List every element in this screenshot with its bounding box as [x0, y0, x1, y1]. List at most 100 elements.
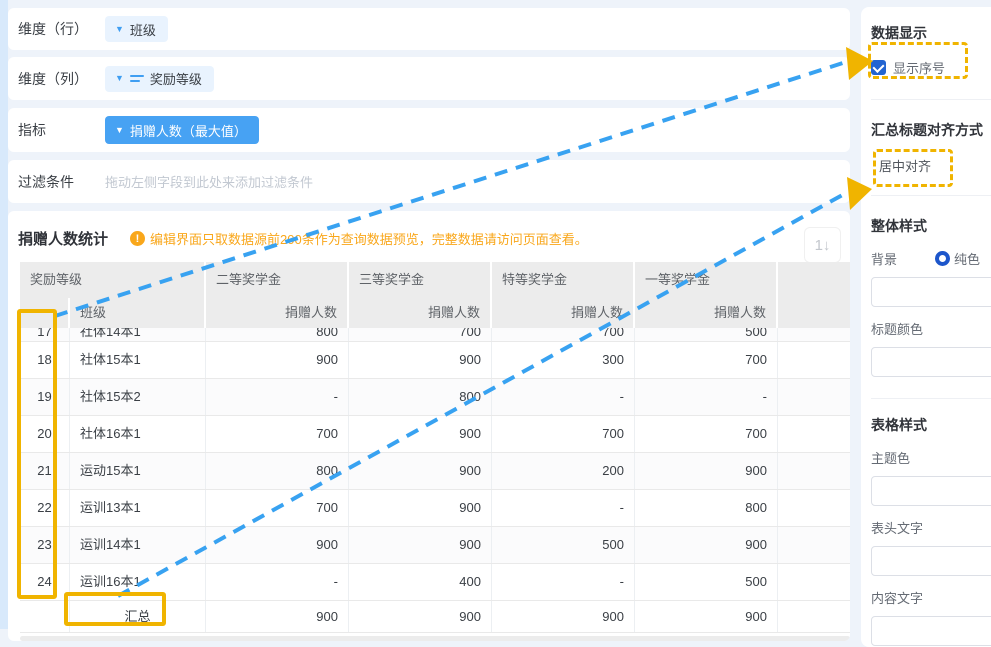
summary-align-select[interactable]: 居中对齐 — [879, 156, 991, 175]
sort-numeric-icon: 1↓ — [815, 237, 831, 254]
table-cell: 20 — [20, 416, 70, 452]
table-cell: 800 — [206, 328, 349, 342]
filter-card: 过滤条件 拖动左侧字段到此处来添加过滤条件 — [8, 160, 850, 203]
table-cell: 运训14本1 — [70, 527, 206, 563]
warning-icon: ! — [130, 231, 145, 246]
dimension-row-label: 维度（行） — [18, 19, 105, 39]
overall-style-title: 整体样式 — [871, 216, 991, 236]
col-header: 特等奖学金 — [492, 262, 635, 298]
divider — [871, 398, 991, 399]
table-cell: 700 — [635, 416, 778, 452]
seq-col-header — [20, 298, 70, 328]
table-cell — [778, 564, 850, 600]
background-option-row: 背景 纯色 — [871, 249, 991, 268]
checkbox-checked-icon[interactable] — [871, 60, 886, 75]
background-color-input[interactable] — [871, 277, 991, 307]
theme-color-input[interactable] — [871, 476, 991, 506]
title-color-label: 标题颜色 — [871, 319, 991, 338]
class-col-header: 班级 — [70, 298, 206, 328]
table-row: 20社体16本1700900700700 — [20, 416, 850, 453]
table-cell: 300 — [492, 342, 635, 378]
table-cell: 运动15本1 — [70, 453, 206, 489]
dimension-row-chip[interactable]: ▼ 班级 — [105, 16, 168, 42]
table-cell — [778, 328, 850, 342]
table-cell: 900 — [635, 527, 778, 563]
table-cell: 900 — [349, 527, 492, 563]
table-cell: 900 — [349, 601, 492, 632]
table-cell: 800 — [206, 453, 349, 489]
table-cell — [778, 601, 850, 632]
table-row: 21运动15本1800900200900 — [20, 453, 850, 490]
table-row: 19社体15本2-800-- — [20, 379, 850, 416]
table-cell: 23 — [20, 527, 70, 563]
warning-text: 编辑界面只取数据源前200条作为查询数据预览，完整数据请访问页面查看。 — [150, 229, 588, 248]
theme-color-label: 主题色 — [871, 448, 991, 467]
background-label: 背景 — [871, 249, 935, 268]
table-cell: 17 — [20, 328, 70, 342]
table-style-title: 表格样式 — [871, 415, 991, 435]
horizontal-scrollbar[interactable] — [20, 636, 850, 641]
dimension-row-card: 维度（行） ▼ 班级 — [8, 8, 850, 50]
measure-col-header: 捐赠人数 — [635, 298, 778, 328]
col-header-partial — [778, 262, 850, 298]
dimension-col-label: 维度（列） — [18, 69, 105, 89]
dimension-col-chip[interactable]: ▼ 奖励等级 — [105, 66, 214, 92]
table-row: 23运训14本1900900500900 — [20, 527, 850, 564]
preview-warning: ! 编辑界面只取数据源前200条作为查询数据预览，完整数据请访问页面查看。 — [130, 229, 838, 248]
title-color-input[interactable] — [871, 347, 991, 377]
measure-chip[interactable]: ▼ 捐赠人数（最大值） — [105, 116, 259, 144]
header-text-color-input[interactable] — [871, 546, 991, 576]
summary-row: 汇总900900900900 — [20, 601, 850, 633]
table-cell: 18 — [20, 342, 70, 378]
table-cell — [778, 342, 850, 378]
table-cell: 19 — [20, 379, 70, 415]
table-cell — [778, 379, 850, 415]
dimension-row-chip-label: 班级 — [130, 20, 156, 39]
table-cell: 汇总 — [70, 601, 206, 632]
measure-label: 指标 — [18, 120, 105, 140]
col-dimension-header: 奖励等级 — [20, 262, 206, 298]
table-cell: 900 — [349, 416, 492, 452]
table-cell: 700 — [206, 416, 349, 452]
summary-align-title: 汇总标题对齐方式 — [871, 120, 991, 140]
table-cell: - — [206, 379, 349, 415]
filter-label: 过滤条件 — [18, 172, 105, 192]
table-cell: 900 — [492, 601, 635, 632]
table-header-row-2: 班级 捐赠人数 捐赠人数 捐赠人数 捐赠人数 捐赠人数 — [20, 298, 850, 328]
table-cell: 社体15本2 — [70, 379, 206, 415]
col-header: 一等奖学金 — [635, 262, 778, 298]
table-cell: 社体14本1 — [70, 328, 206, 342]
table-cell: 700 — [206, 490, 349, 526]
table-cell: 21 — [20, 453, 70, 489]
table-cell: 700 — [492, 416, 635, 452]
pivot-table: 奖励等级 二等奖学金 三等奖学金 特等奖学金 一等奖学金 班级 捐赠人数 捐赠人… — [20, 262, 850, 633]
table-cell: 500 — [635, 328, 778, 342]
table-title: 捐赠人数统计 — [18, 228, 108, 249]
filter-drop-zone[interactable]: 拖动左侧字段到此处来添加过滤条件 — [105, 172, 313, 191]
sort-order-icon — [130, 75, 144, 82]
table-header-row-1: 奖励等级 二等奖学金 三等奖学金 特等奖学金 一等奖学金 — [20, 262, 850, 298]
table-cell — [778, 490, 850, 526]
table-cell: 运训16本1 — [70, 564, 206, 600]
measure-chip-label: 捐赠人数（最大值） — [130, 121, 247, 140]
table-cell: 700 — [349, 328, 492, 342]
chevron-down-icon: ▼ — [115, 126, 124, 135]
radio-selected-icon[interactable] — [935, 251, 950, 266]
table-cell: 社体16本1 — [70, 416, 206, 452]
content-text-color-input[interactable] — [871, 616, 991, 646]
sort-button[interactable]: 1↓ — [804, 227, 841, 263]
table-row: 18社体15本1900900300700 — [20, 342, 850, 379]
background-solid-option[interactable]: 纯色 — [954, 249, 980, 268]
table-preview-card: 捐赠人数统计 ! 编辑界面只取数据源前200条作为查询数据预览，完整数据请访问页… — [8, 211, 850, 641]
table-cell: - — [492, 379, 635, 415]
table-row: 24运训16本1-400-500 — [20, 564, 850, 601]
dimension-col-chip-label: 奖励等级 — [150, 69, 202, 88]
show-seq-label: 显示序号 — [893, 58, 945, 77]
table-cell: 800 — [635, 490, 778, 526]
show-seq-checkbox-row[interactable]: 显示序号 — [871, 58, 991, 77]
table-cell: 运训13本1 — [70, 490, 206, 526]
table-cell: 400 — [349, 564, 492, 600]
table-cell: 900 — [349, 490, 492, 526]
table-cell: 900 — [206, 601, 349, 632]
table-cell: 500 — [635, 564, 778, 600]
